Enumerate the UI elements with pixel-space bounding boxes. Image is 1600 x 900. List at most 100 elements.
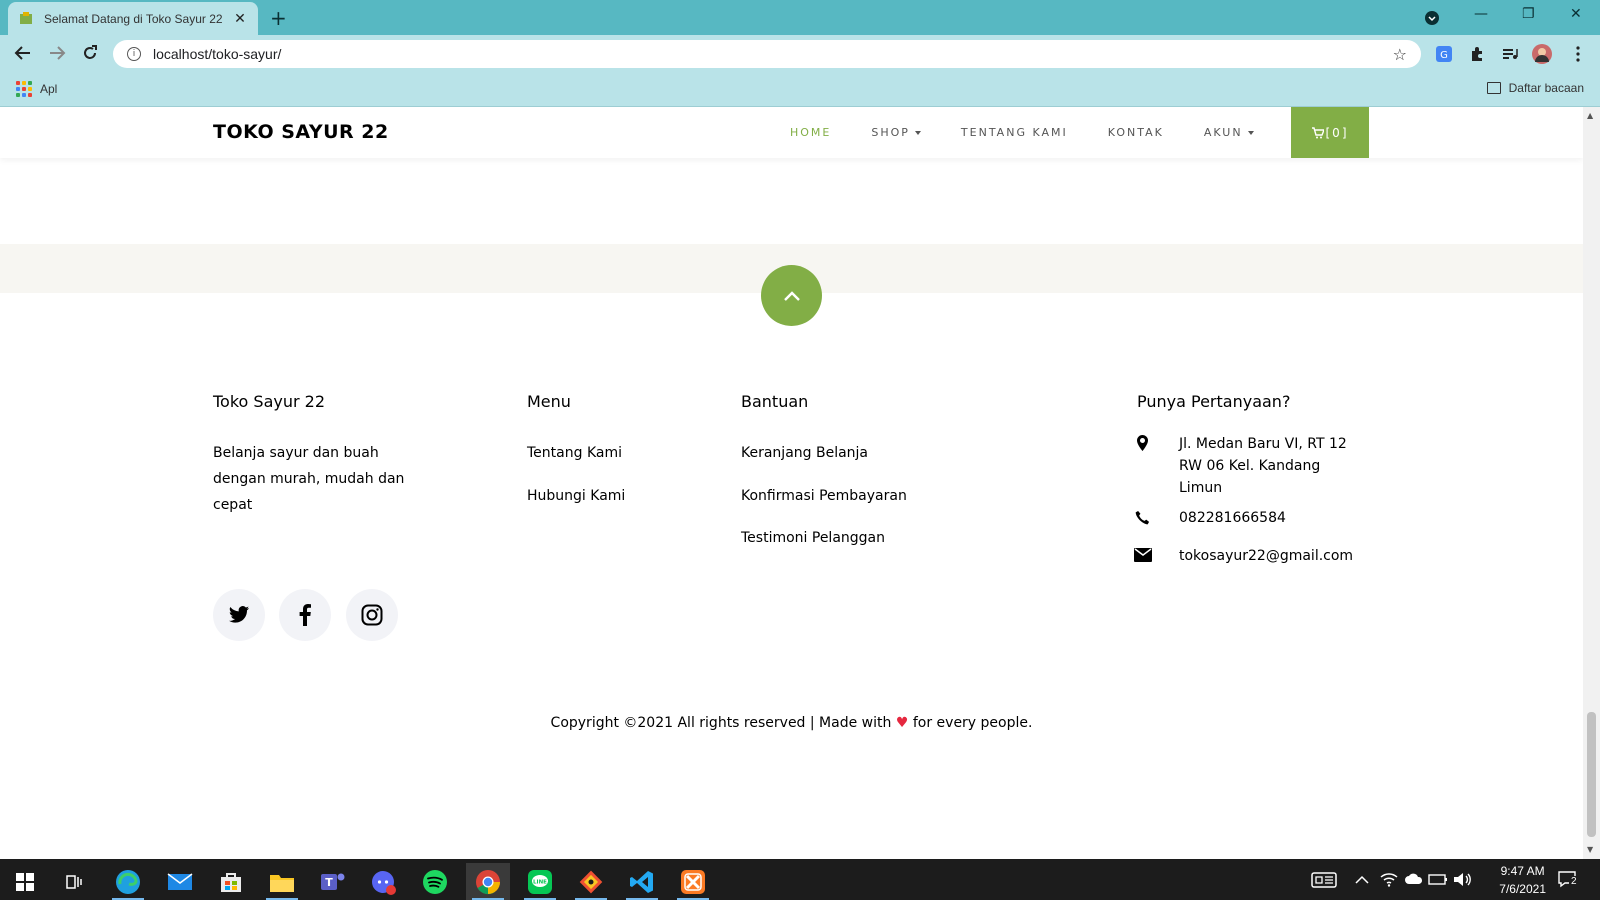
start-button[interactable] (3, 863, 47, 900)
taskbar-line[interactable]: LINE (518, 863, 562, 900)
apps-shortcut[interactable]: Apl (16, 81, 57, 97)
reload-icon[interactable] (81, 44, 99, 62)
menu-home-label: HOME (790, 126, 832, 139)
new-tab-button[interactable]: + (270, 6, 287, 30)
taskbar-file-explorer[interactable] (260, 863, 304, 900)
tab-bar: Selamat Datang di Toko Sayur 22 ✕ + — ❐ … (0, 0, 1600, 35)
reading-list-label: Daftar bacaan (1508, 81, 1584, 95)
taskbar-xampp[interactable] (671, 863, 715, 900)
edge-icon (116, 869, 140, 894)
url-text[interactable]: localhost/toko-sayur/ (153, 46, 1393, 62)
windows-start-icon (16, 872, 34, 891)
browser-tab[interactable]: Selamat Datang di Toko Sayur 22 ✕ (8, 2, 258, 35)
menu-tentang-kami-label: TENTANG KAMI (960, 126, 1068, 139)
browser-chrome: Selamat Datang di Toko Sayur 22 ✕ + — ❐ … (0, 0, 1600, 107)
onedrive-icon[interactable] (1404, 873, 1424, 885)
vscode-icon (630, 870, 653, 893)
restore-button[interactable]: ❐ (1522, 6, 1535, 22)
scrollbar-thumb[interactable] (1587, 712, 1596, 837)
cart-button[interactable]: [0] (1291, 107, 1369, 158)
taskbar-spotify[interactable] (413, 863, 457, 900)
phone-icon (1132, 510, 1152, 525)
footer-link-testimoni[interactable]: Testimoni Pelanggan (741, 530, 885, 546)
taskbar-chrome[interactable] (466, 863, 510, 900)
translate-icon[interactable]: G (1434, 44, 1454, 64)
footer-link-keranjang[interactable]: Keranjang Belanja (741, 445, 868, 461)
footer-help-title: Bantuan (741, 392, 809, 411)
news-widget-icon[interactable] (1311, 872, 1337, 888)
taskbar-edge[interactable] (106, 863, 150, 900)
site-favicon-icon (20, 11, 32, 24)
apps-label: Apl (40, 82, 58, 96)
extensions-icon[interactable] (1467, 44, 1487, 64)
footer-link-konfirmasi[interactable]: Konfirmasi Pembayaran (741, 488, 907, 504)
taskbar-mail[interactable] (158, 863, 202, 900)
volume-icon[interactable] (1453, 872, 1471, 887)
close-window-button[interactable]: ✕ (1570, 6, 1582, 22)
footer-menu-title: Menu (527, 392, 571, 411)
store-icon (221, 872, 241, 892)
browser-toolbar: i localhost/toko-sayur/ ☆ G (0, 35, 1600, 72)
file-explorer-icon (270, 874, 294, 892)
minimize-button[interactable]: — (1474, 6, 1488, 22)
bookmark-star-icon[interactable]: ☆ (1393, 45, 1407, 64)
footer-about-title: Toko Sayur 22 (213, 392, 326, 411)
menu-akun[interactable]: AKUN (1204, 126, 1254, 139)
task-view-button[interactable] (52, 863, 96, 900)
chrome-icon (476, 869, 500, 894)
taskbar-git[interactable] (569, 863, 613, 900)
line-icon: LINE (528, 869, 552, 894)
tab-title: Selamat Datang di Toko Sayur 22 (44, 11, 223, 26)
menu-shop[interactable]: SHOP (871, 126, 921, 139)
facebook-button[interactable] (279, 589, 331, 641)
profile-menu-icon[interactable] (1424, 10, 1440, 26)
tab-close-icon[interactable]: ✕ (232, 11, 248, 27)
contact-email[interactable]: tokosayur22@gmail.com (1179, 545, 1353, 567)
chevron-up-icon (783, 290, 800, 301)
taskbar-vscode[interactable] (620, 863, 664, 900)
scroll-up-arrow-icon[interactable]: ▲ (1587, 111, 1593, 120)
windows-taskbar: T LINE 9:47 AM 7/6/2021 2 (0, 859, 1600, 900)
forward-icon[interactable] (48, 45, 66, 61)
footer-contact-title: Punya Pertanyaan? (1137, 392, 1291, 411)
copyright-after: for every people. (912, 715, 1033, 731)
scroll-down-arrow-icon[interactable]: ▼ (1587, 845, 1593, 854)
wifi-icon[interactable] (1380, 872, 1398, 887)
taskbar-teams[interactable]: T (311, 863, 355, 900)
clock-date: 7/6/2021 (1499, 882, 1546, 896)
profile-avatar[interactable] (1532, 44, 1552, 64)
menu-tentang-kami[interactable]: TENTANG KAMI (961, 126, 1068, 139)
tray-expand-icon[interactable] (1355, 875, 1369, 884)
menu-home[interactable]: HOME (790, 126, 831, 139)
copyright-text: Copyright ©2021 All rights reserved | Ma… (0, 715, 1583, 731)
footer-link-tentang-kami[interactable]: Tentang Kami (527, 445, 622, 461)
site-info-icon[interactable]: i (127, 47, 141, 61)
battery-icon[interactable] (1428, 873, 1448, 885)
media-control-icon[interactable] (1500, 44, 1520, 64)
back-icon[interactable] (14, 45, 32, 61)
site-brand[interactable]: TOKO SAYUR 22 (213, 121, 389, 143)
contact-phone[interactable]: 082281666584 (1179, 507, 1286, 529)
taskbar-discord[interactable] (362, 863, 406, 900)
discord-icon (372, 870, 396, 895)
apps-grid-icon (16, 81, 32, 97)
browser-menu-icon[interactable] (1568, 44, 1588, 64)
task-view-icon (66, 874, 82, 889)
instagram-button[interactable] (346, 589, 398, 641)
scroll-top-button[interactable] (761, 265, 822, 326)
notification-center-button[interactable]: 2 (1557, 870, 1579, 892)
page-scrollbar[interactable]: ▲ ▼ (1583, 107, 1600, 859)
taskbar-store[interactable] (209, 863, 253, 900)
twitter-button[interactable] (213, 589, 265, 641)
bookmarks-bar: Apl Daftar bacaan (0, 72, 1600, 107)
reading-list-button[interactable]: Daftar bacaan (1486, 81, 1584, 95)
taskbar-clock[interactable]: 9:47 AM 7/6/2021 (1499, 862, 1546, 898)
menu-kontak[interactable]: KONTAK (1108, 126, 1164, 139)
svg-text:T: T (325, 876, 333, 889)
svg-text:LINE: LINE (533, 879, 547, 885)
web-page: TOKO SAYUR 22 HOME SHOP TENTANG KAMI KON… (0, 107, 1583, 859)
footer-link-hubungi-kami[interactable]: Hubungi Kami (527, 488, 625, 504)
notification-count: 2 (1569, 876, 1579, 887)
cart-icon (1311, 126, 1324, 138)
address-bar[interactable]: i localhost/toko-sayur/ ☆ (113, 40, 1421, 68)
